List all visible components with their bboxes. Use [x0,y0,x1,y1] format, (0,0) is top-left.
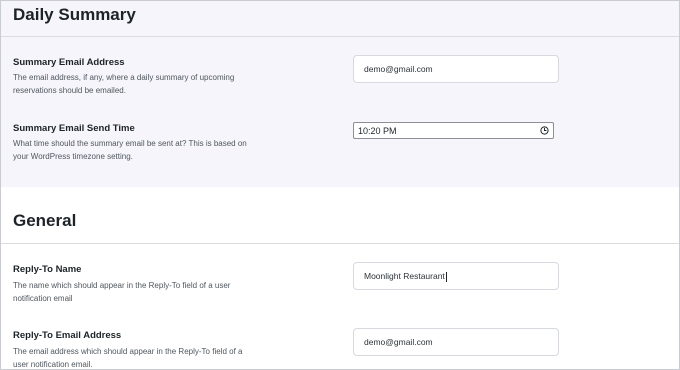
general-title: General [13,211,77,230]
text-cursor [445,271,447,282]
section-divider [1,36,679,37]
send-time-field[interactable]: 10:20 PM [353,122,554,139]
send-time-value: 10:20 PM [358,125,397,136]
reply-to-email-description: The email address which should appear in… [13,347,243,369]
summary-email-description: The email address, if any, where a daily… [13,73,235,95]
general-section: General Reply-To Name The name which sho… [1,187,679,369]
summary-email-field[interactable]: demo@gmail.com [353,55,559,83]
reply-to-name-label: Reply-To Name [13,264,82,275]
clock-icon[interactable] [540,126,549,135]
reply-to-name-description: The name which should appear in the Repl… [13,281,231,303]
settings-frame: Daily Summary Summary Email Address The … [0,0,680,370]
reply-to-name-value: Moonlight Restaurant [364,271,445,281]
summary-email-label: Summary Email Address [13,57,125,68]
daily-summary-title: Daily Summary [13,5,136,24]
daily-summary-section: Daily Summary Summary Email Address The … [1,1,679,187]
section-divider [1,243,679,244]
reply-to-email-field[interactable]: demo@gmail.com [353,328,559,356]
send-time-description: What time should the summary email be se… [13,139,247,161]
reply-to-email-label: Reply-To Email Address [13,330,122,341]
reply-to-name-field[interactable]: Moonlight Restaurant [353,262,559,290]
send-time-label: Summary Email Send Time [13,123,135,134]
